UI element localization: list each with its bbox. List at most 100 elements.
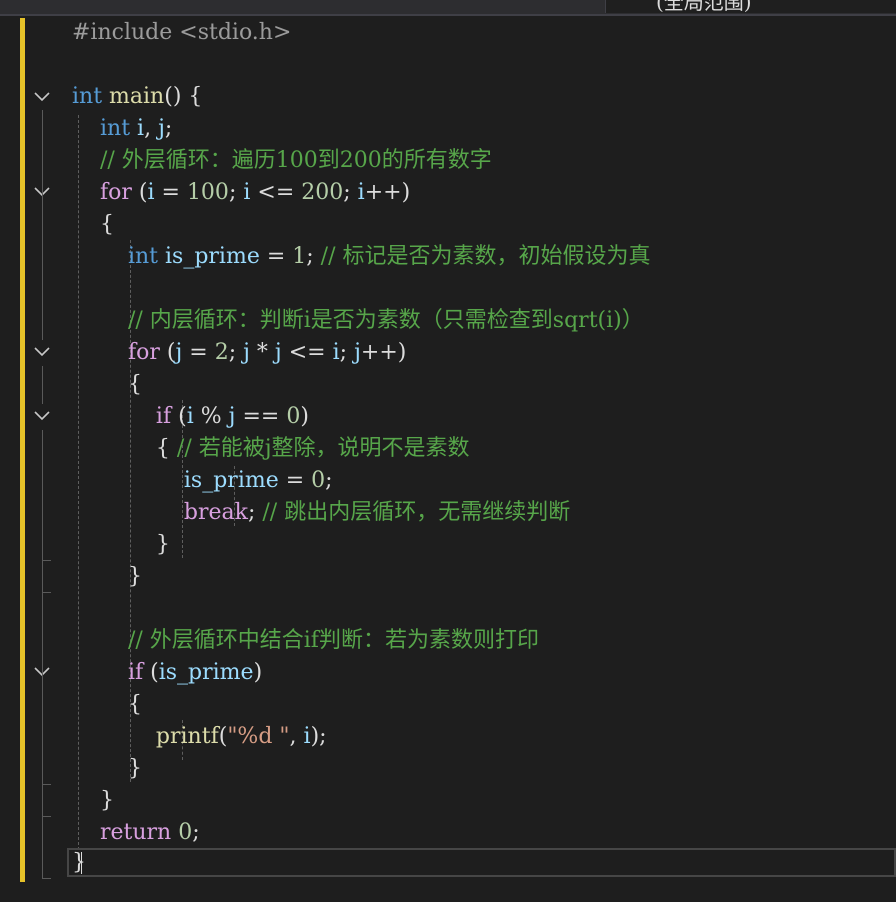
keyword: int — [127, 244, 158, 269]
code-line-5[interactable]: // 外层循环：遍历100到200的所有数字 — [72, 145, 492, 177]
code-line-16[interactable]: break; // 跳出内层循环，无需继续判断 — [72, 497, 570, 529]
brace: } — [155, 532, 170, 557]
punctuation: ) — [300, 404, 309, 429]
fold-end-marker — [42, 878, 51, 879]
comment: // 外层循环：遍历100到200的所有数字 — [99, 148, 492, 173]
variable: j — [243, 340, 250, 365]
operator: == — [235, 404, 287, 429]
brace: { — [127, 692, 142, 717]
code-line-11[interactable]: for (j = 2; j * j <= i; j++) — [72, 337, 406, 369]
number-literal: 0 — [311, 468, 326, 493]
code-line-25[interactable]: } — [72, 785, 114, 817]
punctuation: ( — [159, 340, 176, 365]
variable: i — [303, 724, 311, 749]
control-keyword: for — [127, 340, 160, 365]
operator: <= — [250, 180, 302, 205]
string-literal: "%d " — [227, 724, 290, 749]
top-bar-border — [0, 14, 896, 16]
operator: = — [182, 340, 215, 365]
fold-end-marker — [42, 592, 51, 593]
variable: is_prime — [158, 660, 254, 685]
punctuation: () { — [164, 84, 203, 109]
code-line-24[interactable]: } — [72, 753, 142, 785]
function-name: printf — [155, 724, 219, 749]
variable: i — [357, 180, 365, 205]
function-name: main — [109, 84, 165, 109]
punctuation: ++) — [364, 180, 411, 205]
chevron-down-icon[interactable] — [31, 341, 53, 363]
chevron-down-icon[interactable] — [31, 86, 53, 108]
code-line-17[interactable]: } — [72, 529, 170, 561]
punctuation: ; — [339, 340, 355, 365]
code-line-26[interactable]: return 0; — [72, 817, 200, 849]
code-line-8[interactable]: int is_prime = 1; // 标记是否为素数，初始假设为真 — [72, 241, 651, 273]
punctuation: ; — [306, 244, 321, 269]
variable: j — [158, 116, 165, 141]
code-line-12[interactable]: { — [72, 369, 142, 401]
code-line-6[interactable]: for (i = 100; i <= 200; i++) — [72, 177, 410, 209]
brace: { — [127, 372, 142, 397]
operator: * — [249, 340, 275, 365]
operator: <= — [281, 340, 333, 365]
control-keyword: if — [127, 660, 144, 685]
fold-end-marker — [42, 784, 51, 785]
control-keyword: for — [99, 180, 132, 205]
brace: { — [99, 212, 114, 237]
code-line-7[interactable]: { — [72, 209, 114, 241]
fold-rail — [42, 430, 43, 878]
comment: // 内层循环：判断i是否为素数（只需检查到sqrt(i)） — [127, 308, 644, 333]
punctuation: ++) — [360, 340, 407, 365]
variable: j — [274, 340, 282, 365]
control-keyword: return — [99, 820, 172, 845]
punctuation: ; — [247, 500, 263, 525]
comment: // 跳出内层循环，无需继续判断 — [262, 500, 571, 525]
chevron-down-icon[interactable] — [31, 405, 53, 427]
control-keyword: if — [155, 404, 172, 429]
operator: = — [154, 180, 187, 205]
code-line-1[interactable]: #include <stdio.h> — [72, 17, 291, 49]
brace: { — [155, 436, 177, 461]
code-line-3[interactable]: int main() { — [72, 81, 202, 113]
variable: i — [186, 404, 194, 429]
number-literal: 200 — [301, 180, 344, 205]
scope-dropdown[interactable]: (全局范围) — [605, 0, 896, 13]
code-line-13[interactable]: if (i % j == 0) — [72, 401, 309, 433]
number-literal: 0 — [178, 820, 193, 845]
code-line-15[interactable]: is_prime = 0; — [72, 465, 333, 497]
comment: // 标记是否为素数，初始假设为真 — [320, 244, 651, 269]
variable: is_prime — [183, 468, 279, 493]
punctuation: , — [144, 116, 159, 141]
preprocessor-directive: #include <stdio.h> — [72, 20, 292, 45]
comment: // 若能被j整除，说明不是素数 — [176, 436, 470, 461]
current-line-highlight — [67, 848, 896, 877]
fold-end-marker — [42, 816, 51, 817]
number-literal: 0 — [286, 404, 301, 429]
operator: = — [278, 468, 312, 493]
variable: i — [147, 180, 155, 205]
code-line-21[interactable]: if (is_prime) — [72, 657, 262, 689]
keyword: int — [99, 116, 131, 141]
code-line-10[interactable]: // 内层循环：判断i是否为素数（只需检查到sqrt(i)） — [72, 305, 644, 337]
code-line-22[interactable]: { — [72, 689, 142, 721]
punctuation: ( — [171, 404, 187, 429]
code-line-23[interactable]: printf("%d ", i); — [72, 721, 327, 753]
punctuation: ( — [131, 180, 148, 205]
fold-end-marker — [42, 560, 51, 561]
code-line-14[interactable]: { // 若能被j整除，说明不是素数 — [72, 433, 470, 465]
code-line-18[interactable]: } — [72, 561, 142, 593]
punctuation: ); — [310, 724, 327, 749]
brace: } — [99, 788, 114, 813]
punctuation: ( — [143, 660, 159, 685]
number-literal: 1 — [292, 244, 307, 269]
text-cursor — [81, 852, 82, 874]
punctuation: , — [289, 724, 304, 749]
code-line-27[interactable]: } — [72, 847, 86, 879]
punctuation: ) — [253, 660, 263, 685]
fold-rail — [42, 366, 43, 404]
fold-rail — [42, 110, 43, 340]
scope-dropdown-label: (全局范围) — [656, 0, 752, 13]
code-line-20[interactable]: // 外层循环中结合if判断：若为素数则打印 — [72, 625, 539, 657]
brace: } — [72, 850, 86, 875]
code-line-4[interactable]: int i, j; — [72, 113, 172, 145]
variable: is_prime — [165, 244, 260, 269]
